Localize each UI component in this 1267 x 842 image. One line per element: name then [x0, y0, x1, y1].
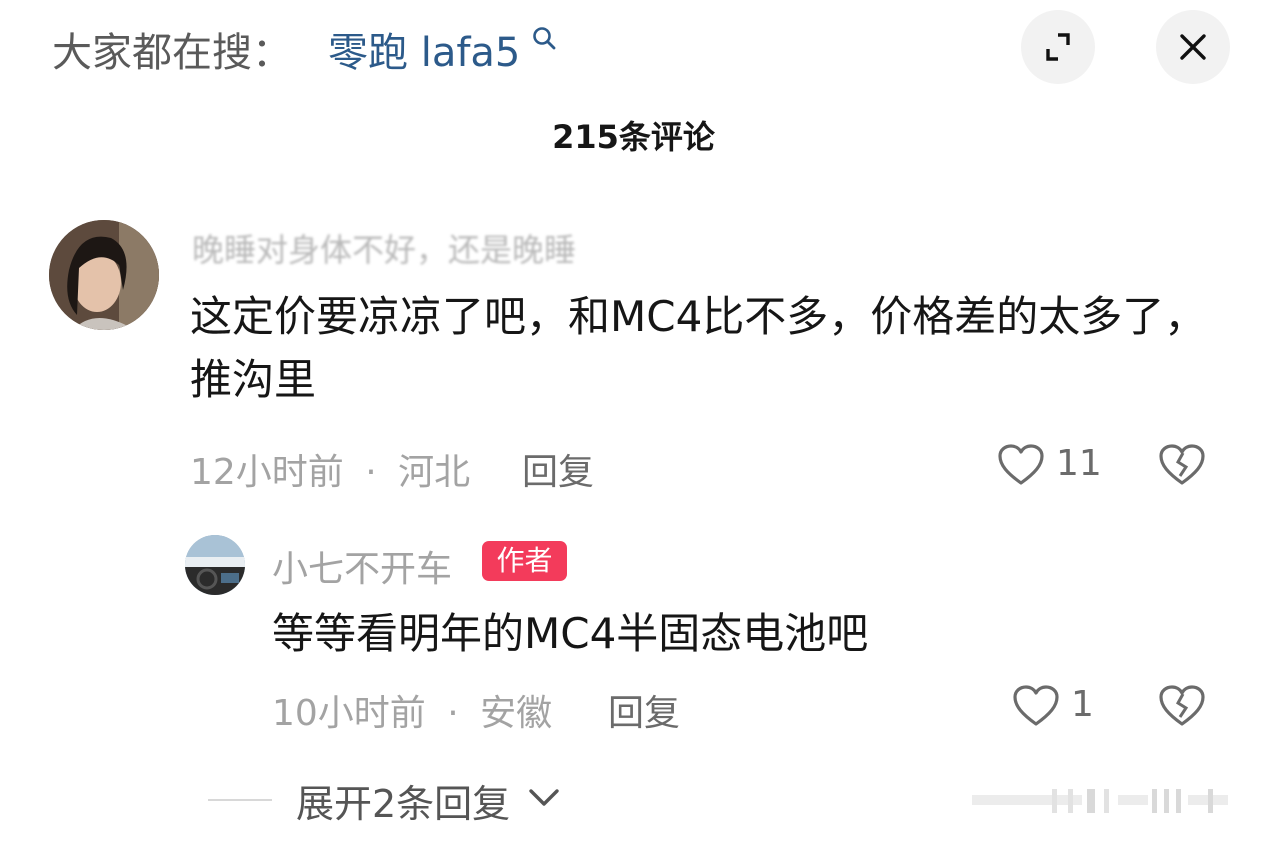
- divider: [208, 799, 272, 801]
- search-icon[interactable]: [530, 24, 560, 54]
- reply-username[interactable]: 小七不开车: [272, 540, 452, 592]
- trending-search-link[interactable]: 零跑 lafa5: [328, 20, 520, 78]
- expand-button[interactable]: [1021, 10, 1095, 84]
- expand-icon: [1046, 33, 1070, 61]
- close-button[interactable]: [1156, 10, 1230, 84]
- reply-button[interactable]: 回复: [608, 684, 680, 736]
- avatar[interactable]: [49, 220, 159, 330]
- watermark: [972, 789, 1228, 813]
- search-prefix: 大家都在搜：: [52, 30, 292, 76]
- author-badge: 作者: [482, 541, 567, 581]
- comment-username[interactable]: 晚睡对身体不好，还是晚睡: [192, 225, 576, 271]
- reply-location: 安徽: [480, 693, 553, 734]
- reply-button[interactable]: 回复: [522, 443, 594, 495]
- meta-separator: ·: [447, 693, 459, 734]
- heart-icon[interactable]: [997, 443, 1045, 487]
- comment-count-title: 215条评论: [552, 118, 715, 156]
- heart-icon[interactable]: [1012, 684, 1060, 728]
- comment-text: 这定价要凉凉了吧，和MC4比不多，价格差的太多了，推沟里: [190, 292, 1207, 404]
- top-bar: 大家都在搜： 零跑 lafa5: [0, 0, 1267, 95]
- reply-meta: 10小时前 · 安徽: [272, 684, 552, 736]
- like-count: 11: [1056, 443, 1102, 484]
- expand-replies-button[interactable]: 展开2条回复: [296, 773, 510, 828]
- meta-separator: ·: [365, 452, 377, 493]
- chevron-down-icon[interactable]: [527, 786, 561, 810]
- comment-time: 12小时前: [190, 452, 344, 493]
- comment-location: 河北: [398, 452, 471, 493]
- broken-heart-icon[interactable]: [1158, 443, 1206, 487]
- avatar[interactable]: [185, 535, 245, 595]
- broken-heart-icon[interactable]: [1158, 684, 1206, 728]
- comment-meta: 12小时前 · 河北: [190, 443, 470, 495]
- close-icon: [1180, 34, 1206, 60]
- reply-time: 10小时前: [272, 693, 426, 734]
- like-count: 1: [1071, 684, 1094, 725]
- reply-text: 等等看明年的MC4半固态电池吧: [272, 609, 869, 658]
